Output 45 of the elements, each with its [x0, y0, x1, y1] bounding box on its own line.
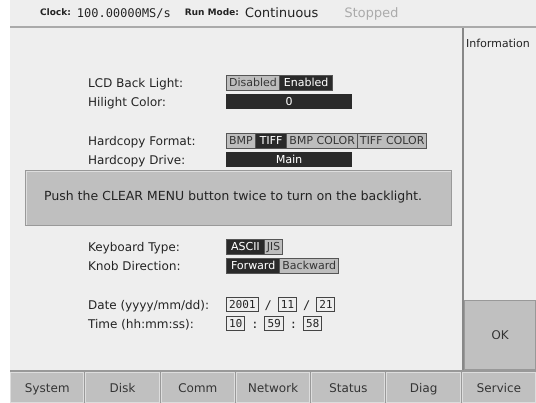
setting-label: LCD Back Light: [88, 76, 184, 90]
option-button[interactable]: TIFF [256, 134, 288, 148]
separator-text: / [264, 298, 272, 312]
setting-label: Time (hh:mm:ss): [88, 316, 195, 330]
separator-text: : [290, 316, 297, 330]
menu-tab[interactable]: Diag [386, 372, 461, 403]
message-text: Push the CLEAR MENU button twice to turn on the backlight. [44, 188, 422, 203]
menu-tab[interactable]: System [10, 372, 84, 403]
option-button[interactable]: Disabled [227, 76, 280, 90]
value-field[interactable]: Main [226, 152, 352, 167]
option-button[interactable]: TIFF COLOR [358, 134, 426, 148]
menu-tab[interactable]: Comm [160, 372, 235, 403]
menu-tab[interactable]: Disk [85, 372, 160, 403]
clock-value: 100.00000MS/s [76, 6, 171, 20]
option-button[interactable]: BMP [227, 134, 256, 148]
number-field[interactable]: 11 [278, 297, 297, 312]
option-button[interactable]: ASCII [227, 240, 265, 254]
setting-label: Knob Direction: [88, 258, 182, 272]
clock-label: Clock: [40, 8, 71, 18]
setting-label: Hilight Color: [88, 94, 167, 108]
panel-title: Information [465, 36, 531, 50]
menu-tab[interactable]: Network [236, 372, 310, 403]
run-mode-label: Run Mode: [184, 8, 239, 18]
setting-label: Hardcopy Drive: [88, 152, 186, 166]
setting-label: Hardcopy Format: [88, 134, 197, 148]
menu-tab[interactable]: Status [311, 372, 386, 403]
option-button[interactable]: Enabled [280, 76, 332, 90]
option-button[interactable]: BMP COLOR [287, 134, 358, 148]
separator-text: / [302, 298, 310, 312]
number-field[interactable]: 2001 [226, 297, 258, 312]
menu-tab[interactable]: Service [462, 372, 536, 403]
acquisition-state: Stopped [344, 6, 398, 20]
ok-button[interactable]: OK [464, 300, 536, 370]
number-field[interactable]: 10 [226, 316, 246, 331]
number-field[interactable]: 58 [302, 316, 322, 331]
separator-text: : [251, 316, 258, 330]
number-field[interactable]: 59 [264, 316, 284, 331]
number-field[interactable]: 21 [316, 297, 336, 312]
option-button[interactable]: JIS [264, 240, 282, 254]
setting-label: Date (yyyy/mm/dd): [88, 298, 210, 312]
value-field[interactable]: 0 [226, 94, 352, 109]
option-button[interactable]: Backward [280, 258, 338, 272]
setting-label: Keyboard Type: [88, 240, 181, 254]
option-button[interactable]: Forward [227, 258, 280, 272]
run-mode-value: Continuous [244, 6, 318, 20]
